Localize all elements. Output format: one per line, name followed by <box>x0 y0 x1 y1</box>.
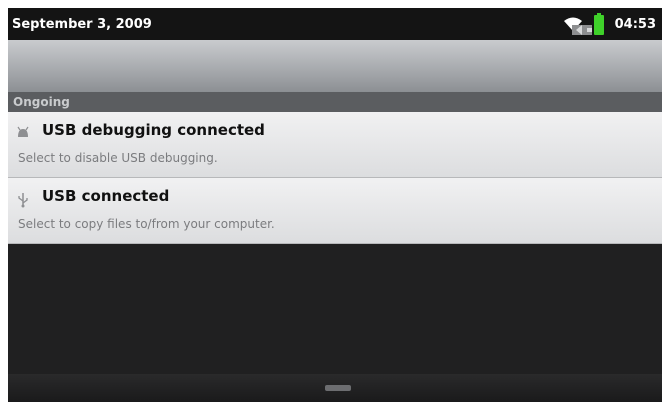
battery-icon <box>593 13 605 35</box>
notification-title: USB connected <box>42 187 170 205</box>
notification-title: USB debugging connected <box>42 121 265 139</box>
panel-body <box>8 244 662 374</box>
status-icons: 04:53 <box>563 8 656 40</box>
section-header-ongoing: Ongoing <box>8 92 662 112</box>
notification-description: Select to disable USB debugging. <box>18 151 218 165</box>
drag-handle[interactable] <box>325 385 351 391</box>
notification-panel: September 3, 2009 04:53 Ongoing USB debu… <box>8 8 662 402</box>
notification-usb-debugging[interactable]: USB debugging connected Select to disabl… <box>8 112 662 178</box>
notification-usb-connected[interactable]: USB connected Select to copy files to/fr… <box>8 178 662 244</box>
notification-icon <box>571 22 592 36</box>
usb-debugging-icon <box>16 126 30 140</box>
status-date: September 3, 2009 <box>12 16 152 32</box>
status-bar[interactable]: September 3, 2009 04:53 <box>8 8 662 40</box>
usb-icon <box>16 192 30 208</box>
status-time: 04:53 <box>614 16 656 32</box>
panel-drag-bar[interactable] <box>8 374 662 402</box>
panel-header <box>8 40 662 92</box>
notification-description: Select to copy files to/from your comput… <box>18 217 275 231</box>
